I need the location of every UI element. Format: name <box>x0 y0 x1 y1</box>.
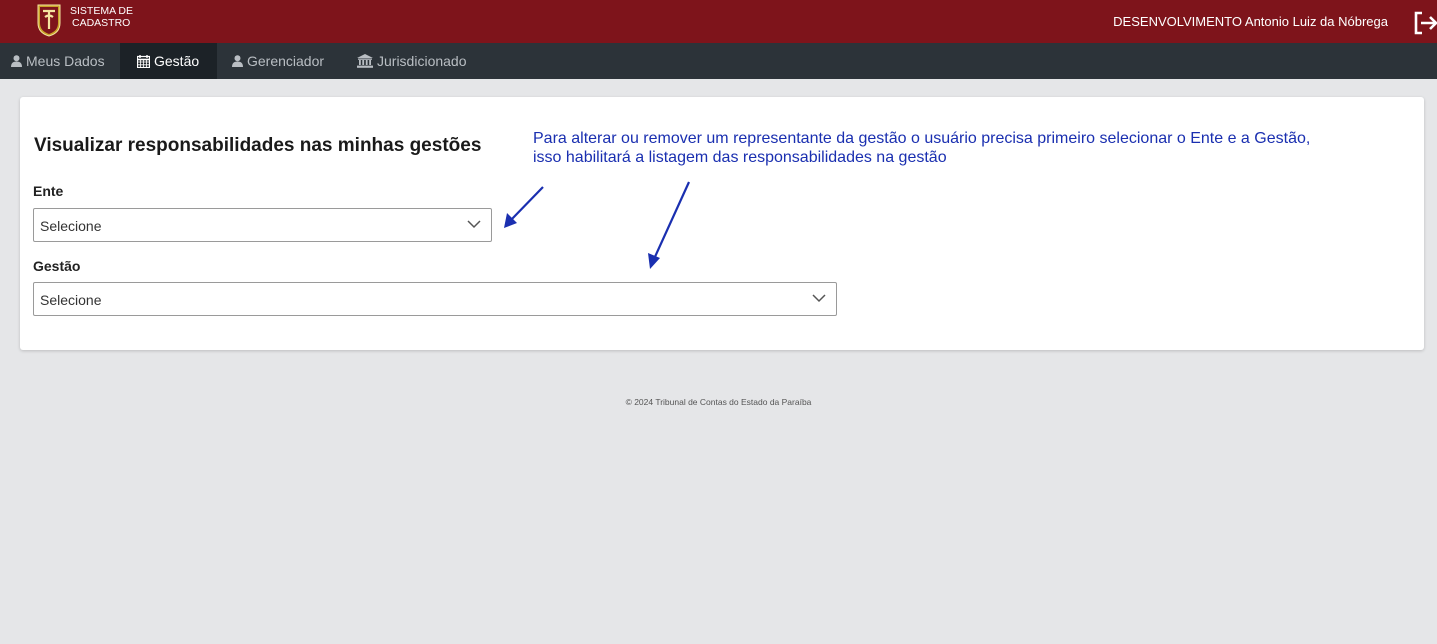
annotation-arrows <box>504 181 691 269</box>
user-icon <box>11 55 22 67</box>
nav-label: Gerenciador <box>247 53 325 69</box>
nav-item-meus-dados[interactable]: Meus Dados <box>11 43 111 79</box>
responsibilities-card: Visualizar responsabilidades nas minhas … <box>20 97 1424 350</box>
nav-item-gestao[interactable]: Gestão <box>120 43 217 79</box>
user-icon <box>232 55 243 67</box>
app-title-line1: SISTEMA DE <box>70 5 134 17</box>
user-name: DESENVOLVIMENTO Antonio Luiz da Nóbrega <box>1113 14 1388 29</box>
nav-label: Jurisdicionado <box>377 53 467 69</box>
logout-icon[interactable] <box>1412 10 1437 36</box>
nav-label: Meus Dados <box>26 53 105 69</box>
footer-copyright: © 2024 Tribunal de Contas do Estado da P… <box>625 397 812 407</box>
calendar-icon <box>137 54 150 68</box>
tce-logo-icon <box>37 4 61 37</box>
nav-label: Gestão <box>154 53 200 69</box>
arrow-to-ente <box>504 186 544 228</box>
nav-item-gerenciador[interactable]: Gerenciador <box>232 43 324 79</box>
bank-icon <box>357 54 373 68</box>
top-header: SISTEMA DE CADASTRO DESENVOLVIMENTO Anto… <box>0 0 1437 43</box>
app-title: SISTEMA DE CADASTRO <box>70 5 133 29</box>
nav-item-jurisdicionado[interactable]: Jurisdicionado <box>357 43 467 79</box>
app-title-line2: CADASTRO <box>72 17 131 29</box>
main-nav: Meus Dados Gestão Gerenciador Jurisdicio… <box>0 43 1437 79</box>
arrow-to-gestao <box>648 181 691 269</box>
